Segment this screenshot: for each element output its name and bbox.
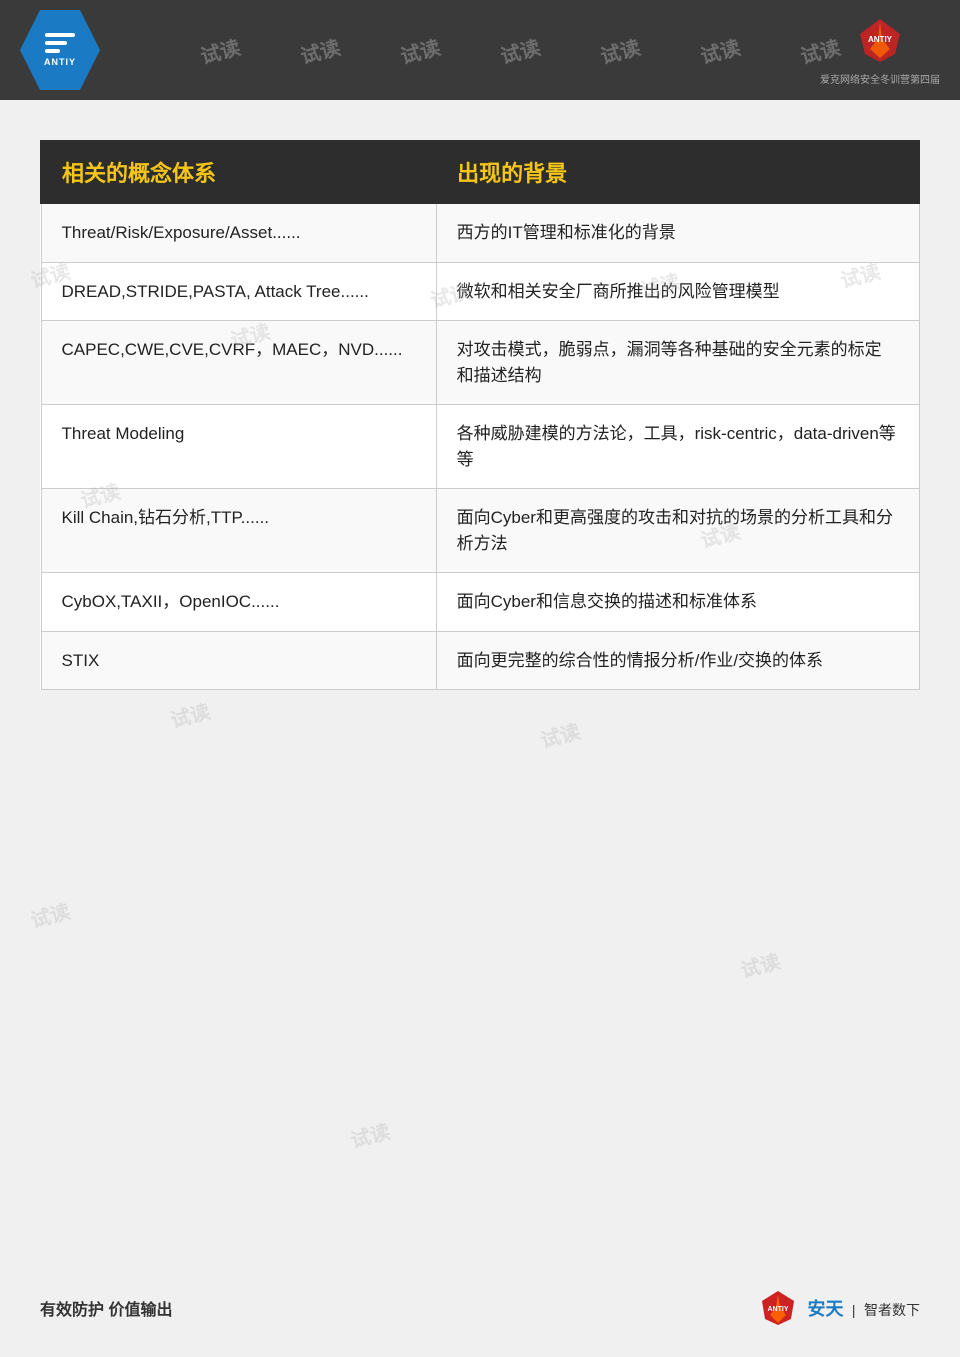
- footer-logo-icon: ANTIY: [756, 1289, 801, 1327]
- table-header-row: 相关的概念体系 出现的背景: [41, 141, 919, 203]
- right-logo-svg: ANTIY: [850, 14, 910, 64]
- row3-col1: CAPEC,CWE,CVE,CVRF，MAEC，NVD......: [41, 321, 436, 405]
- row1-col1: Threat/Risk/Exposure/Asset......: [41, 203, 436, 262]
- page-header: ANTIY 试读 试读 试读 试读 试读 试读 试读 ANTIY 爱克网络安全冬…: [0, 0, 960, 100]
- row6-col1: CybOX,TAXII，OpenIOC......: [41, 573, 436, 632]
- wm-main-9: 试读: [537, 715, 583, 753]
- logo-stripe-3: [45, 49, 60, 53]
- logo-stripe-2: [45, 41, 67, 45]
- footer-slogan: |: [852, 1302, 856, 1318]
- footer-brand: 安天: [807, 1299, 843, 1319]
- header-right-text: 爱克网络安全冬训营第四届: [820, 71, 940, 86]
- col2-header: 出现的背景: [436, 141, 919, 203]
- table-row: CAPEC,CWE,CVE,CVRF，MAEC，NVD...... 对攻击模式，…: [41, 321, 919, 405]
- row4-col2: 各种威胁建模的方法论，工具，risk-centric，data-driven等等: [436, 405, 919, 489]
- svg-text:ANTIY: ANTIY: [768, 1306, 789, 1313]
- row7-col1: STIX: [41, 631, 436, 690]
- header-right-logo: ANTIY 爱克网络安全冬训营第四届: [820, 14, 940, 86]
- table-row: DREAD,STRIDE,PASTA, Attack Tree...... 微软…: [41, 262, 919, 321]
- wm-main-12: 试读: [347, 1115, 393, 1153]
- row5-col1: Kill Chain,钻石分析,TTP......: [41, 489, 436, 573]
- footer-logo: ANTIY 安天 | 智者数下: [756, 1289, 920, 1327]
- row3-col2: 对攻击模式，脆弱点，漏洞等各种基础的安全元素的标定和描述结构: [436, 321, 919, 405]
- header-wm-2: 试读: [297, 36, 343, 65]
- wm-main-11: 试读: [737, 945, 783, 983]
- row5-col2: 面向Cyber和更高强度的攻击和对抗的场景的分析工具和分析方法: [436, 489, 919, 573]
- row7-col2: 面向更完整的综合性的情报分析/作业/交换的体系: [436, 631, 919, 690]
- header-wm-1: 试读: [197, 36, 243, 65]
- footer-left-text: 有效防护 价值输出: [40, 1296, 172, 1320]
- header-wm-3: 试读: [397, 36, 443, 65]
- row6-col2: 面向Cyber和信息交换的描述和标准体系: [436, 573, 919, 632]
- table-row: Threat Modeling 各种威胁建模的方法论，工具，risk-centr…: [41, 405, 919, 489]
- antiy-logo: ANTIY: [20, 10, 100, 90]
- col1-header: 相关的概念体系: [41, 141, 436, 203]
- wm-main-10: 试读: [27, 895, 73, 933]
- row1-col2: 西方的IT管理和标准化的背景: [436, 203, 919, 262]
- header-wm-6: 试读: [697, 36, 743, 65]
- logo-label: ANTIY: [44, 57, 76, 67]
- footer-logo-text: 安天 | 智者数下: [807, 1295, 920, 1321]
- row2-col1: DREAD,STRIDE,PASTA, Attack Tree......: [41, 262, 436, 321]
- header-wm-5: 试读: [597, 36, 643, 65]
- page-footer: 有效防护 价值输出 ANTIY 安天 | 智者数下: [40, 1289, 920, 1327]
- table-row: STIX 面向更完整的综合性的情报分析/作业/交换的体系: [41, 631, 919, 690]
- content-table: 相关的概念体系 出现的背景 Threat/Risk/Exposure/Asset…: [40, 140, 920, 690]
- table-row: Kill Chain,钻石分析,TTP...... 面向Cyber和更高强度的攻…: [41, 489, 919, 573]
- svg-text:ANTIY: ANTIY: [868, 35, 893, 44]
- wm-main-8: 试读: [167, 695, 213, 733]
- logo-stripe-1: [45, 33, 75, 37]
- table-row: CybOX,TAXII，OpenIOC...... 面向Cyber和信息交换的描…: [41, 573, 919, 632]
- row2-col2: 微软和相关安全厂商所推出的风险管理模型: [436, 262, 919, 321]
- main-content: 试读 试读 试读 试读 试读 试读 试读 试读 试读 试读 试读 试读 相关的概…: [0, 100, 960, 730]
- header-wm-4: 试读: [497, 36, 543, 65]
- table-row: Threat/Risk/Exposure/Asset...... 西方的IT管理…: [41, 203, 919, 262]
- row4-col1: Threat Modeling: [41, 405, 436, 489]
- header-watermarks: 试读 试读 试读 试读 试读 试读 试读: [100, 36, 940, 65]
- footer-slogan-text: 智者数下: [864, 1302, 920, 1318]
